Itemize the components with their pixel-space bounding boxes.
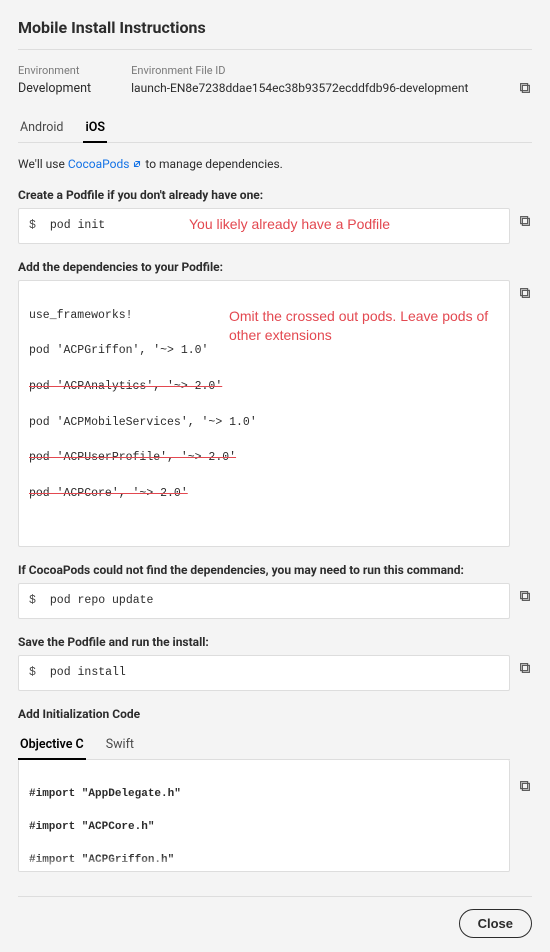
environment-label: Environment bbox=[18, 64, 91, 77]
podfile-line-omitted: pod 'ACPAnalytics', '~> 2.0' bbox=[29, 380, 222, 393]
copy-icon[interactable] bbox=[518, 583, 532, 597]
step-repo-label: If CocoaPods could not find the dependen… bbox=[18, 563, 532, 577]
code-podfile-deps: use_frameworks! pod 'ACPGriffon', '~> 1.… bbox=[18, 280, 510, 547]
cocoapods-link[interactable]: CocoaPods bbox=[68, 157, 143, 171]
language-tabs: Objective C Swift bbox=[18, 731, 510, 760]
step-create-podfile: Create a Podfile if you don't already ha… bbox=[18, 188, 532, 244]
platform-tabs: Android iOS bbox=[18, 114, 532, 143]
environment-file-value: launch-EN8e7238ddae154ec38b93572ecddfdb9… bbox=[131, 81, 468, 95]
copy-icon[interactable] bbox=[518, 81, 532, 95]
annotation-omit-pods: Omit the crossed out pods. Leave pods of… bbox=[229, 307, 489, 345]
copy-icon[interactable] bbox=[518, 208, 532, 222]
environment-col: Environment Development bbox=[18, 64, 91, 96]
dialog-footer: Close bbox=[18, 896, 532, 938]
shell-prompt: $ bbox=[29, 217, 36, 235]
code-pod-repo-update: $ pod repo update bbox=[18, 583, 510, 619]
copy-icon[interactable] bbox=[518, 655, 532, 669]
dialog-title: Mobile Install Instructions bbox=[18, 18, 532, 37]
import-line: #import "AppDelegate.h" bbox=[29, 788, 181, 800]
intro-suffix: to manage dependencies. bbox=[142, 157, 282, 171]
code-pod-init: $ pod init You likely already have a Pod… bbox=[18, 208, 510, 244]
import-line: #import "ACPCore.h" bbox=[29, 821, 154, 833]
environment-value: Development bbox=[18, 81, 91, 96]
tab-ios[interactable]: iOS bbox=[83, 114, 107, 143]
code-init-imports: #import "AppDelegate.h" #import "ACPCore… bbox=[18, 760, 510, 872]
step-add-deps: Add the dependencies to your Podfile: us… bbox=[18, 260, 532, 547]
podfile-line-omitted: pod 'ACPUserProfile', '~> 2.0' bbox=[29, 451, 236, 464]
step-deps-label: Add the dependencies to your Podfile: bbox=[18, 260, 532, 274]
fade-overlay bbox=[19, 855, 509, 871]
mobile-install-dialog: Mobile Install Instructions Environment … bbox=[0, 0, 550, 952]
podfile-line: use_frameworks! bbox=[29, 309, 133, 322]
cmd-pod-repo-update: pod repo update bbox=[50, 592, 154, 610]
cmd-pod-install: pod install bbox=[50, 664, 126, 682]
step-repo-update: If CocoaPods could not find the dependen… bbox=[18, 563, 532, 619]
podfile-line: pod 'ACPGriffon', '~> 1.0' bbox=[29, 344, 208, 357]
close-button[interactable]: Close bbox=[459, 909, 532, 938]
shell-prompt: $ bbox=[29, 664, 36, 682]
podfile-line-omitted: pod 'ACPCore', '~> 2.0' bbox=[29, 487, 188, 500]
environment-row: Environment Development Environment File… bbox=[18, 64, 532, 96]
environment-file-label: Environment File ID bbox=[131, 64, 532, 77]
tab-swift[interactable]: Swift bbox=[104, 731, 136, 760]
environment-file-col: Environment File ID launch-EN8e7238ddae1… bbox=[131, 64, 532, 95]
cmd-pod-init: pod init bbox=[50, 217, 105, 235]
podfile-line: pod 'ACPMobileServices', '~> 1.0' bbox=[29, 416, 257, 429]
copy-icon[interactable] bbox=[518, 731, 532, 779]
shell-prompt: $ bbox=[29, 592, 36, 610]
step-create-label: Create a Podfile if you don't already ha… bbox=[18, 188, 532, 202]
step-install-label: Save the Podfile and run the install: bbox=[18, 635, 532, 649]
step-install: Save the Podfile and run the install: $ … bbox=[18, 635, 532, 691]
tab-android[interactable]: Android bbox=[18, 114, 65, 143]
external-link-icon bbox=[132, 158, 142, 172]
intro-text: We'll use CocoaPods to manage dependenci… bbox=[18, 157, 532, 172]
init-heading: Add Initialization Code bbox=[18, 707, 532, 721]
step-init-code: Add Initialization Code Objective C Swif… bbox=[18, 707, 532, 872]
copy-icon[interactable] bbox=[518, 280, 532, 294]
divider bbox=[18, 49, 532, 50]
intro-prefix: We'll use bbox=[18, 157, 68, 171]
tab-objective-c[interactable]: Objective C bbox=[18, 731, 86, 760]
code-pod-install: $ pod install bbox=[18, 655, 510, 691]
